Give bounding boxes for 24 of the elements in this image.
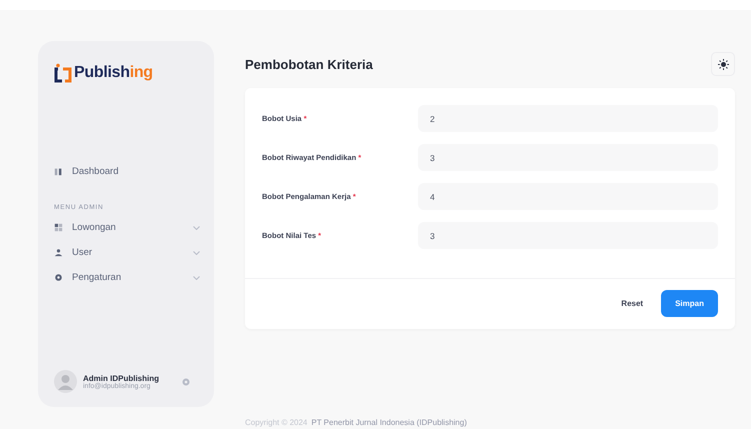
user-name: Admin IDPublishing	[83, 374, 159, 382]
sidebar-item[interactable]: User	[54, 240, 200, 265]
logo: Publishing	[54, 63, 200, 83]
dashboard-icon	[54, 167, 63, 176]
theme-toggle-button[interactable]	[711, 52, 735, 76]
avatar-icon	[54, 370, 77, 393]
sun-icon	[718, 58, 728, 70]
input-field[interactable]: 3	[418, 222, 718, 249]
save-button[interactable]: Simpan	[661, 290, 718, 317]
company-name: PT Penerbit Jurnal Indonesia (IDPublishing)	[311, 418, 467, 427]
input-field[interactable]: 3	[418, 144, 718, 171]
gear-icon	[54, 273, 63, 282]
sidebar-item[interactable]: Pengaturan	[54, 265, 200, 290]
sidebar-item[interactable]: Lowongan	[54, 215, 200, 240]
chevron-icon	[193, 226, 200, 230]
input-field[interactable]: 2	[418, 105, 718, 132]
user-icon	[54, 248, 63, 257]
sidebar-item[interactable]: Dashboard	[54, 159, 200, 184]
reset-button[interactable]: Reset	[611, 290, 654, 317]
input-field[interactable]: 4	[418, 183, 718, 210]
chevron-icon	[193, 276, 200, 280]
page-title: Pembobotan Kriteria	[245, 56, 373, 72]
grid-icon	[54, 223, 63, 232]
chevron-icon	[193, 250, 200, 254]
